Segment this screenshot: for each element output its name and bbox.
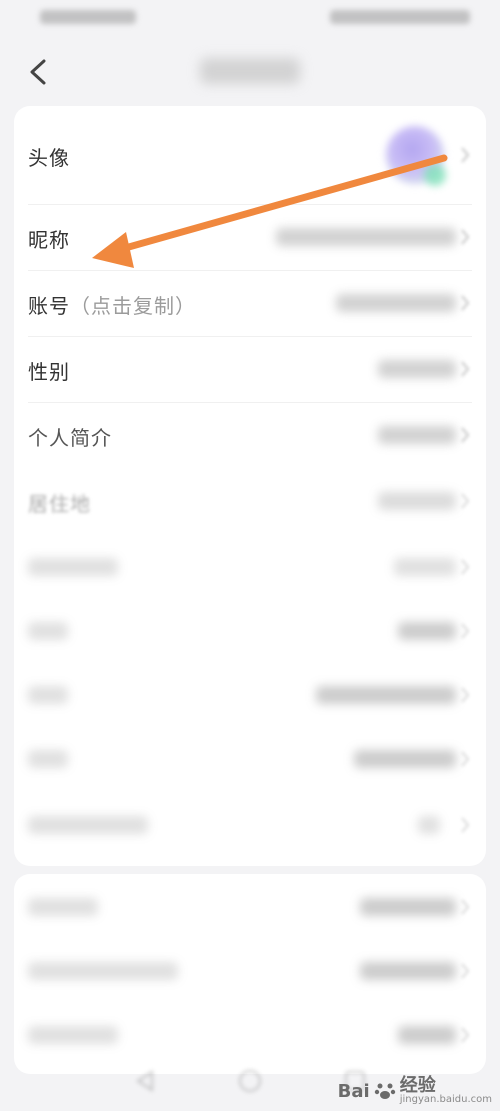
value-blurred [360,898,456,916]
chevron-right-icon [461,817,470,833]
page-title-blurred [200,58,300,84]
divider [28,270,472,271]
value-blurred [398,1026,456,1044]
account-label: 账号（点击复制） [28,294,196,318]
row-account[interactable]: 账号（点击复制） [14,272,486,336]
row-avatar[interactable]: 头像 [14,106,486,204]
label-blurred [28,750,68,768]
row-blurred-6[interactable] [14,874,486,938]
nickname-label: 昵称 [28,228,70,252]
label-blurred [28,1026,118,1044]
chevron-right-icon [461,899,470,915]
chevron-right-icon [461,963,470,979]
chevron-right-icon [461,687,470,703]
row-gender[interactable]: 性别 [14,338,486,402]
value-blurred [360,962,456,980]
label-blurred [28,622,68,640]
row-blurred-5[interactable] [14,794,486,858]
row-nickname[interactable]: 昵称 [14,206,486,270]
value-blurred [316,686,456,704]
divider [28,402,472,403]
chevron-right-icon [461,361,470,377]
label-blurred [28,558,118,576]
watermark-brand: Bai [337,1080,370,1102]
nav-home-icon[interactable] [237,1068,263,1094]
residence-label: 居住地 [28,492,91,516]
status-right [330,10,470,24]
value-blurred [418,816,440,834]
bio-label: 个人简介 [28,426,112,450]
label-blurred [28,898,98,916]
label-blurred [28,686,68,704]
status-left [40,10,136,24]
value-blurred [398,622,456,640]
row-blurred-2[interactable] [14,600,486,664]
divider [28,336,472,337]
account-copy-hint: （点击复制） [70,294,196,318]
value-blurred [354,750,456,768]
profile-card: 头像 昵称 账号（点击复制） 性别 个人简介 居住地 [14,106,486,866]
row-blurred-7[interactable] [14,938,486,1002]
baidu-jingyan-watermark: Bai 经验 jingyan.baidu.com [338,1077,492,1105]
back-icon[interactable] [24,58,52,86]
row-blurred-4[interactable] [14,728,486,792]
status-bar [0,0,500,36]
avatar-label: 头像 [28,146,70,170]
chevron-right-icon [461,229,470,245]
nav-back-icon[interactable] [132,1068,158,1094]
nickname-value-blurred [276,228,456,246]
account-value-blurred [336,294,456,312]
residence-value-blurred [378,492,456,510]
value-blurred [394,558,456,576]
chevron-right-icon [461,623,470,639]
row-blurred-1[interactable] [14,536,486,600]
chevron-right-icon [461,147,470,163]
chevron-right-icon [461,295,470,311]
watermark-url: jingyan.baidu.com [399,1094,492,1105]
paw-icon [374,1083,395,1099]
avatar-badge [424,164,446,186]
chevron-right-icon [461,559,470,575]
gender-label: 性别 [28,360,70,384]
gender-value-blurred [378,360,456,378]
label-blurred [28,816,148,834]
row-bio[interactable]: 个人简介 [14,404,486,468]
watermark-brand-tail: 经验 [399,1075,436,1096]
label-blurred [28,962,178,980]
row-blurred-3[interactable] [14,664,486,728]
chevron-right-icon [461,427,470,443]
chevron-right-icon [461,751,470,767]
bio-value-blurred [378,426,456,444]
row-residence[interactable]: 居住地 [14,470,486,534]
divider [28,204,472,205]
profile-card-secondary [14,874,486,1074]
chevron-right-icon [461,1027,470,1043]
chevron-right-icon [461,493,470,509]
